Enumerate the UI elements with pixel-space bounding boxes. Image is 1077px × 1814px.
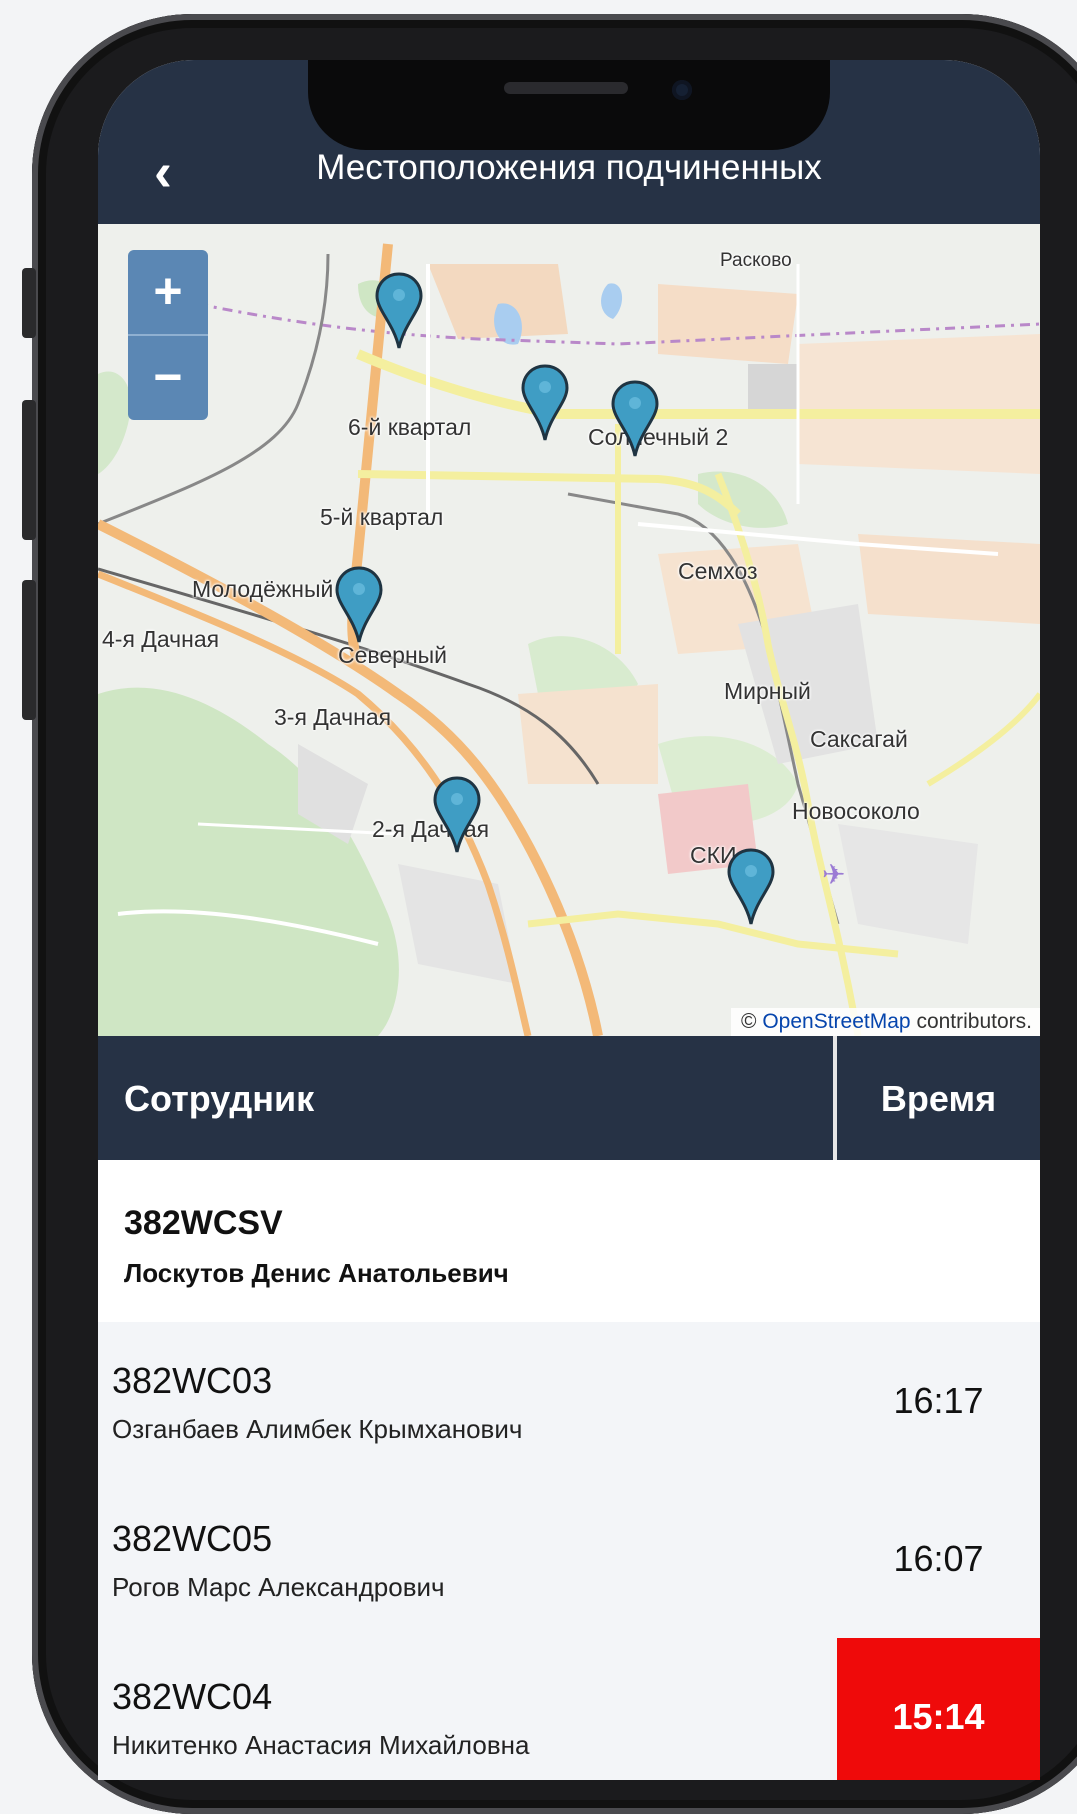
map-label-kvartal6: 6-й квартал xyxy=(348,414,472,440)
table-row[interactable]: 382WC04 Никитенко Анастасия Михайловна 1… xyxy=(98,1638,1040,1780)
map-label-dachnaya3: 3-я Дачная xyxy=(274,704,392,730)
phone-screen: ‹ Местоположения подчиненных ✈ + − Раско… xyxy=(98,60,1040,1780)
attribution-prefix: © xyxy=(741,1010,763,1033)
map-label-raskovo: Расково xyxy=(720,250,792,271)
column-header-employee[interactable]: Сотрудник xyxy=(124,1078,314,1120)
time-cell: 16:07 xyxy=(893,1538,984,1579)
map-label-novosokolo: Новосоколо xyxy=(792,798,920,824)
map-tiles: ✈ xyxy=(98,243,1040,1036)
employee-name: Озганбаев Алимбек Крымханович xyxy=(112,1414,523,1444)
earpiece-speaker xyxy=(504,82,628,94)
svg-text:✈: ✈ xyxy=(822,858,845,891)
map-label-mirny: Мирный xyxy=(724,678,811,704)
location-pin-icon[interactable] xyxy=(432,776,482,854)
employee-name: Рогов Марс Александрович xyxy=(112,1572,445,1602)
employee-name: Никитенко Анастасия Михайловна xyxy=(112,1730,530,1760)
page-title: Местоположения подчиненных xyxy=(316,148,822,187)
location-pin-icon[interactable] xyxy=(374,272,424,350)
time-cell: 16:17 xyxy=(893,1380,984,1421)
zoom-out-button[interactable]: − xyxy=(128,334,208,420)
employee-code: 382WC03 xyxy=(112,1360,273,1401)
employee-code: 382WC05 xyxy=(112,1518,273,1559)
location-pin-icon[interactable] xyxy=(334,566,384,644)
group-code: 382WCSV xyxy=(124,1204,283,1242)
table-row[interactable]: 382WC03 Озганбаев Алимбек Крымханович 16… xyxy=(98,1322,1040,1481)
phone-notch xyxy=(308,60,830,150)
map-label-saksagay: Саксагай xyxy=(810,726,908,752)
location-pin-icon[interactable] xyxy=(520,364,570,442)
attribution-suffix: contributors. xyxy=(910,1010,1032,1033)
map-attribution: © OpenStreetMap contributors. xyxy=(731,1008,1040,1036)
phone-mute-switch xyxy=(22,268,36,338)
table-header: Сотрудник Время xyxy=(98,1036,1040,1160)
location-pin-icon[interactable] xyxy=(726,848,776,926)
map-label-dachnaya4: 4-я Дачная xyxy=(102,626,220,652)
phone-volume-up xyxy=(22,400,36,540)
phone-volume-down xyxy=(22,580,36,720)
time-cell-late: 15:14 xyxy=(837,1638,1040,1780)
location-pin-icon[interactable] xyxy=(610,380,660,458)
zoom-control: + − xyxy=(128,250,208,420)
group-name: Лоскутов Денис Анатольевич xyxy=(124,1258,509,1288)
front-camera xyxy=(672,80,692,100)
group-row: 382WCSV Лоскутов Денис Анатольевич xyxy=(98,1160,1040,1323)
map-label-semhoz: Семхоз xyxy=(678,558,758,584)
map-label-kvartal5: 5-й квартал xyxy=(320,504,444,530)
openstreetmap-link[interactable]: OpenStreetMap xyxy=(762,1010,910,1033)
map-label-molodezhny: Молодёжный xyxy=(192,576,334,602)
map-label-severny: Северный xyxy=(338,642,448,668)
column-header-time[interactable]: Время xyxy=(837,1078,1040,1120)
map-view[interactable]: ✈ + − Расково 6-й квартал Солнечный 2 5-… xyxy=(98,224,1040,1036)
table-row[interactable]: 382WC05 Рогов Марс Александрович 16:07 xyxy=(98,1480,1040,1639)
zoom-in-button[interactable]: + xyxy=(128,250,208,334)
employee-code: 382WC04 xyxy=(112,1676,273,1717)
